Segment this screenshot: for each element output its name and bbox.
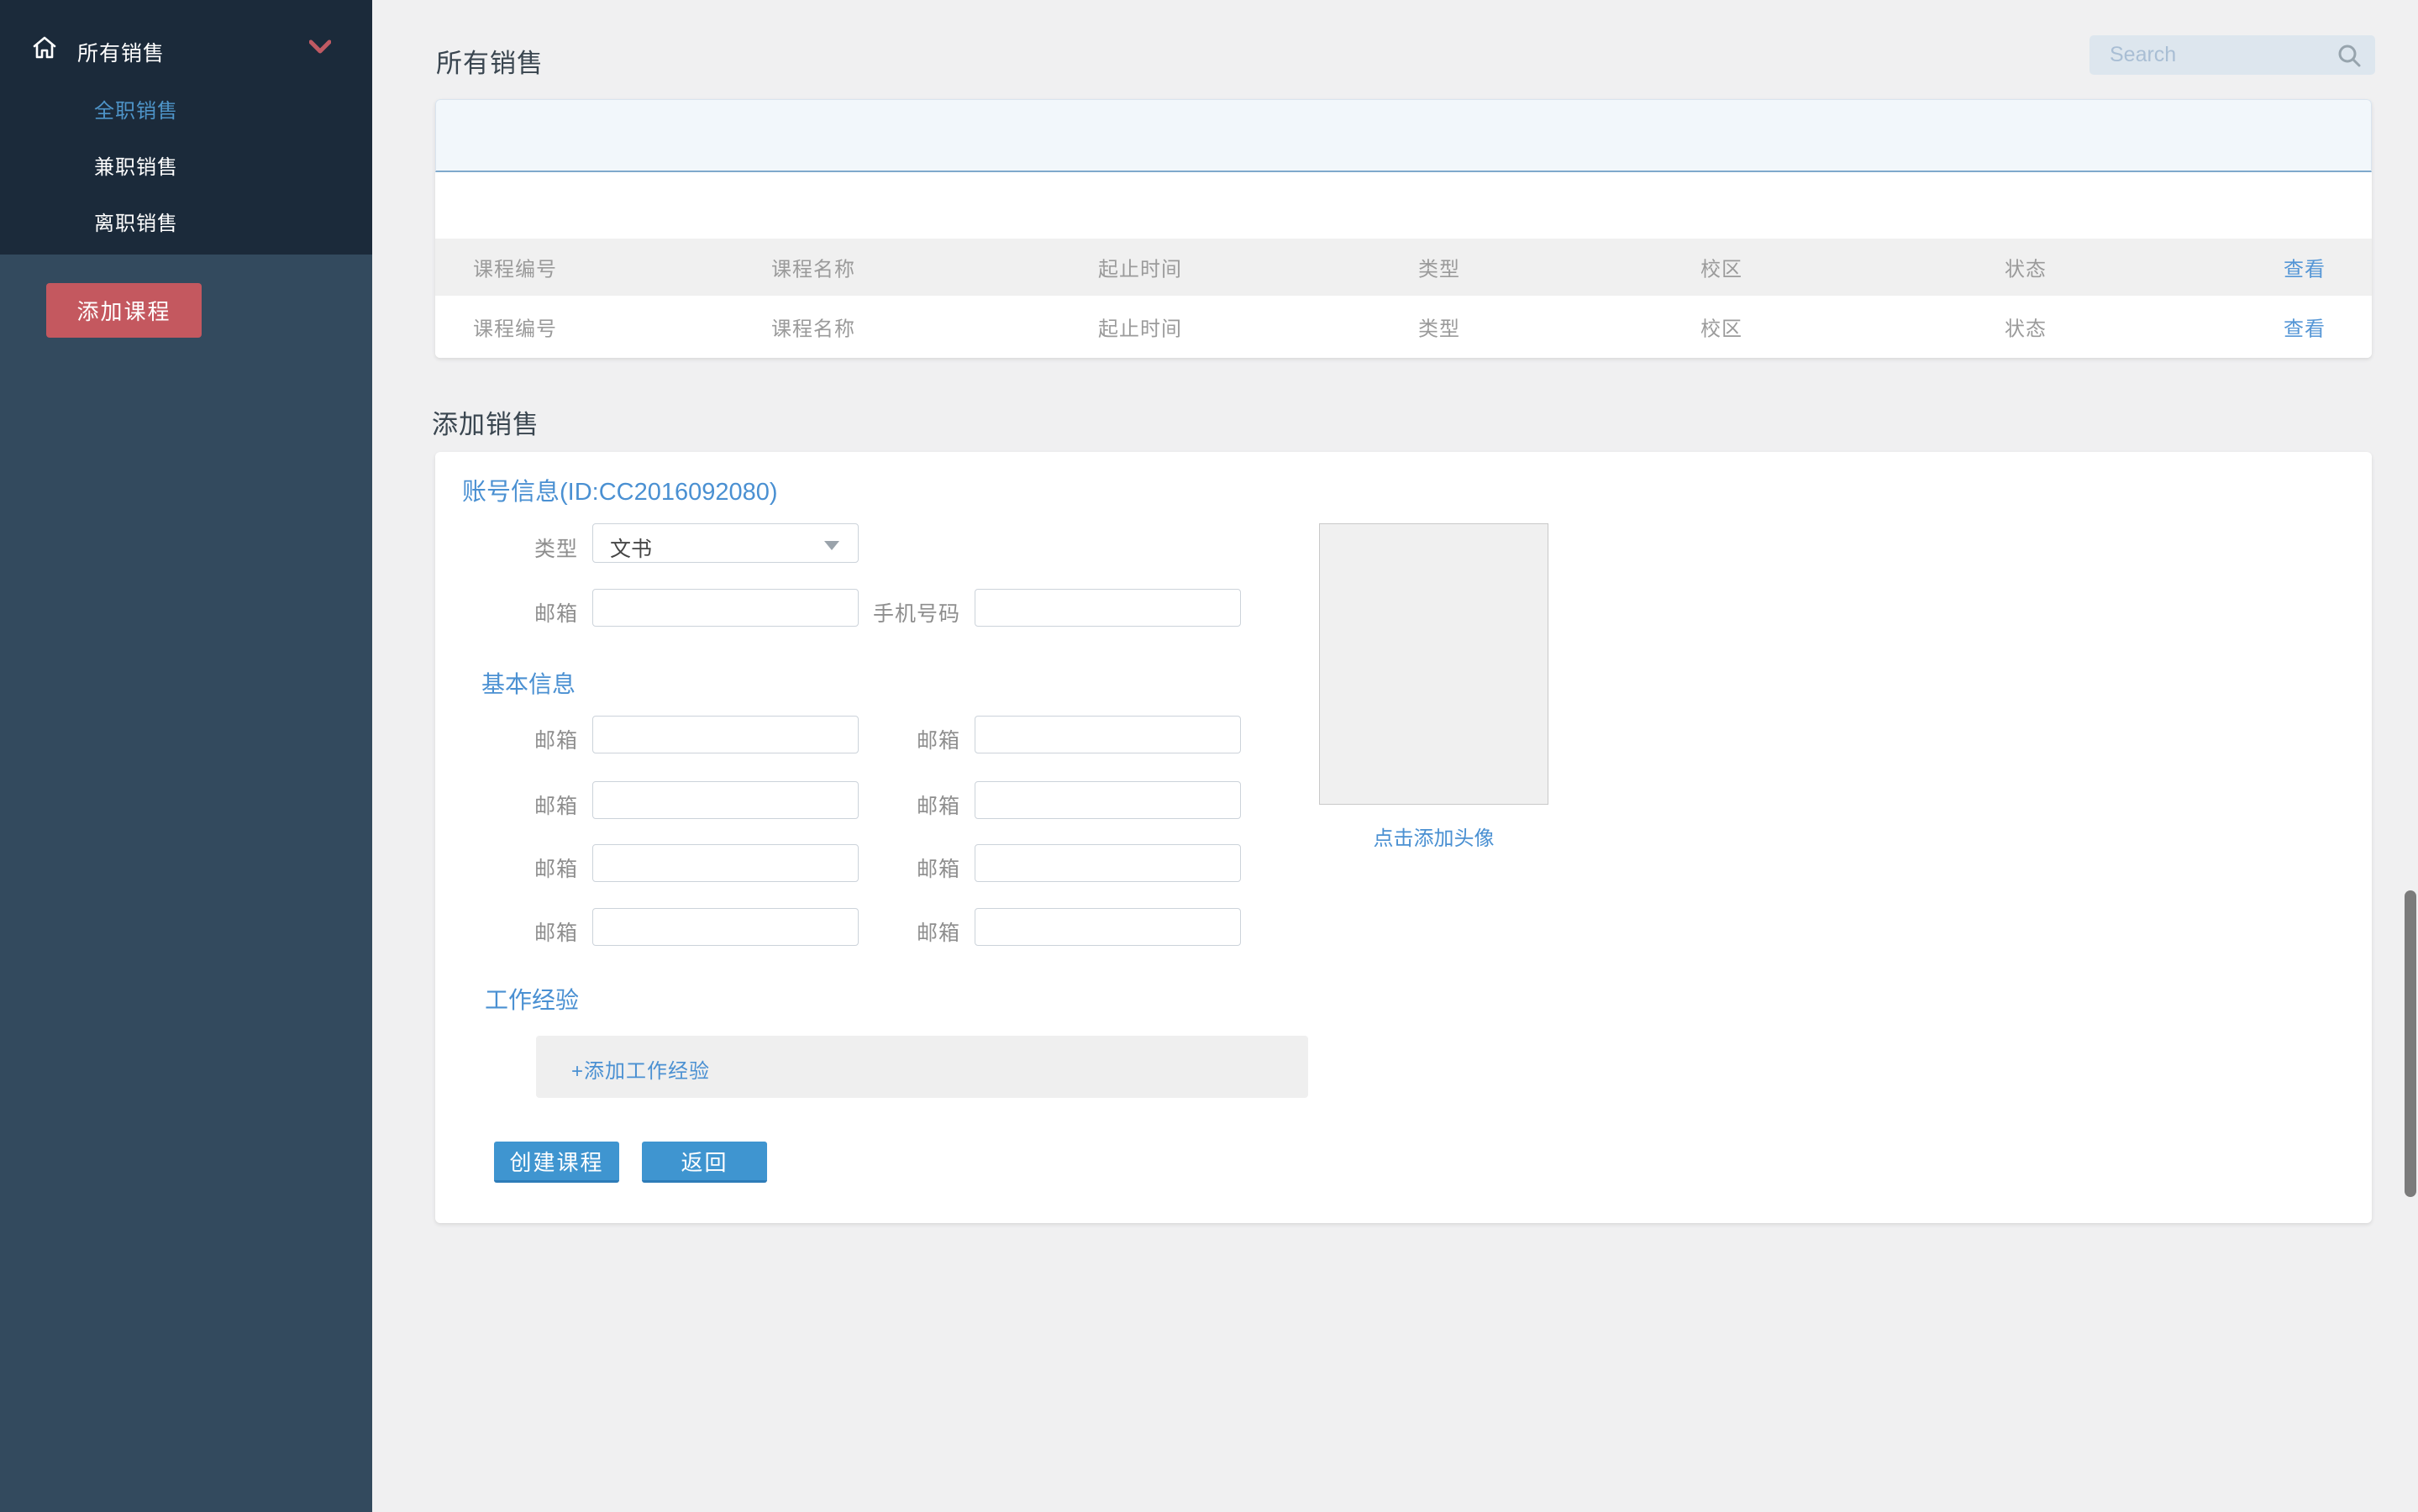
phone-input[interactable] (975, 589, 1241, 627)
cell-course-id: 课程编号 (473, 312, 557, 342)
column-header-time-range: 起止时间 (1098, 253, 1182, 282)
sidebar-group-all-sales[interactable]: 所有销售 (0, 30, 372, 72)
basic-email-input-1r[interactable] (975, 716, 1241, 753)
search-input[interactable] (2089, 35, 2375, 75)
account-email-label: 邮箱 (460, 597, 578, 627)
phone-label: 手机号码 (843, 597, 960, 627)
basic-email-label-1l: 邮箱 (460, 724, 578, 754)
column-header-course-name: 课程名称 (771, 253, 855, 282)
add-course-button[interactable]: 添加课程 (46, 283, 202, 338)
basic-email-input-4l[interactable] (592, 908, 859, 946)
scrollbar-thumb[interactable] (2405, 890, 2416, 1197)
basic-email-input-1l[interactable] (592, 716, 859, 753)
back-button[interactable]: 返回 (642, 1142, 767, 1183)
column-header-status: 状态 (2005, 253, 2047, 282)
basic-email-input-4r[interactable] (975, 908, 1241, 946)
home-icon (31, 34, 58, 61)
work-experience-heading: 工作经验 (485, 982, 579, 1016)
sidebar-menu-panel: 所有销售 全职销售 兼职销售 离职销售 (0, 0, 372, 255)
basic-email-label-4l: 邮箱 (460, 916, 578, 947)
basic-email-label-2r: 邮箱 (843, 790, 960, 820)
column-header-view: 查看 (2284, 253, 2326, 282)
table-filter-area (435, 99, 2372, 172)
sidebar-item-fulltime-sales[interactable]: 全职销售 (94, 94, 346, 128)
basic-email-label-2l: 邮箱 (460, 790, 578, 820)
column-header-type: 类型 (1418, 253, 1460, 282)
caret-down-icon (824, 541, 839, 550)
add-sales-title: 添加销售 (432, 403, 539, 441)
add-sales-form-card: 账号信息(ID:CC2016092080) 类型 文书 邮箱 手机号码 基本信息… (435, 452, 2372, 1223)
basic-email-label-4r: 邮箱 (843, 916, 960, 947)
account-info-heading: 账号信息(ID:CC2016092080) (462, 472, 778, 507)
add-work-experience-link[interactable]: +添加工作经验 (571, 1054, 710, 1084)
add-avatar-link[interactable]: 点击添加头像 (1319, 822, 1548, 851)
view-link[interactable]: 查看 (2284, 312, 2326, 342)
page-title: 所有销售 (436, 42, 544, 80)
basic-email-label-1r: 邮箱 (843, 724, 960, 754)
table-row: 课程编号 课程名称 起止时间 类型 校区 状态 查看 (435, 296, 2372, 358)
sidebar-item-departed-sales[interactable]: 离职销售 (94, 207, 346, 240)
type-select[interactable]: 文书 (592, 523, 859, 563)
chevron-down-icon (309, 39, 331, 55)
basic-email-input-3l[interactable] (592, 844, 859, 882)
cell-time-range: 起止时间 (1098, 312, 1182, 342)
search-box (2089, 35, 2375, 75)
cell-campus: 校区 (1700, 312, 1743, 342)
search-icon[interactable] (2337, 43, 2362, 68)
basic-email-label-3r: 邮箱 (843, 853, 960, 883)
sidebar-item-parttime-sales[interactable]: 兼职销售 (94, 150, 346, 184)
type-label: 类型 (460, 533, 578, 563)
cell-course-name: 课程名称 (771, 312, 855, 342)
create-course-button[interactable]: 创建课程 (494, 1142, 619, 1183)
course-table-card: 课程编号 课程名称 起止时间 类型 校区 状态 查看 课程编号 课程名称 起止时… (435, 99, 2372, 358)
cell-type: 类型 (1418, 312, 1460, 342)
basic-info-heading: 基本信息 (481, 666, 576, 700)
work-experience-box: +添加工作经验 (536, 1036, 1308, 1098)
sidebar-group-label: 所有销售 (77, 37, 165, 67)
account-email-input[interactable] (592, 589, 859, 627)
avatar-upload-box[interactable] (1319, 523, 1548, 805)
sidebar: 所有销售 全职销售 兼职销售 离职销售 添加课程 (0, 0, 372, 1512)
basic-email-input-3r[interactable] (975, 844, 1241, 882)
basic-email-input-2l[interactable] (592, 781, 859, 819)
type-select-value: 文书 (610, 533, 652, 563)
column-header-course-id: 课程编号 (473, 253, 557, 282)
table-header-row: 课程编号 课程名称 起止时间 类型 校区 状态 查看 (435, 239, 2372, 296)
column-header-campus: 校区 (1700, 253, 1743, 282)
basic-email-input-2r[interactable] (975, 781, 1241, 819)
basic-email-label-3l: 邮箱 (460, 853, 578, 883)
app-root: 所有销售 全职销售 兼职销售 离职销售 添加课程 所有销售 课程编号 课程名称 … (0, 0, 2418, 1512)
cell-status: 状态 (2005, 312, 2047, 342)
